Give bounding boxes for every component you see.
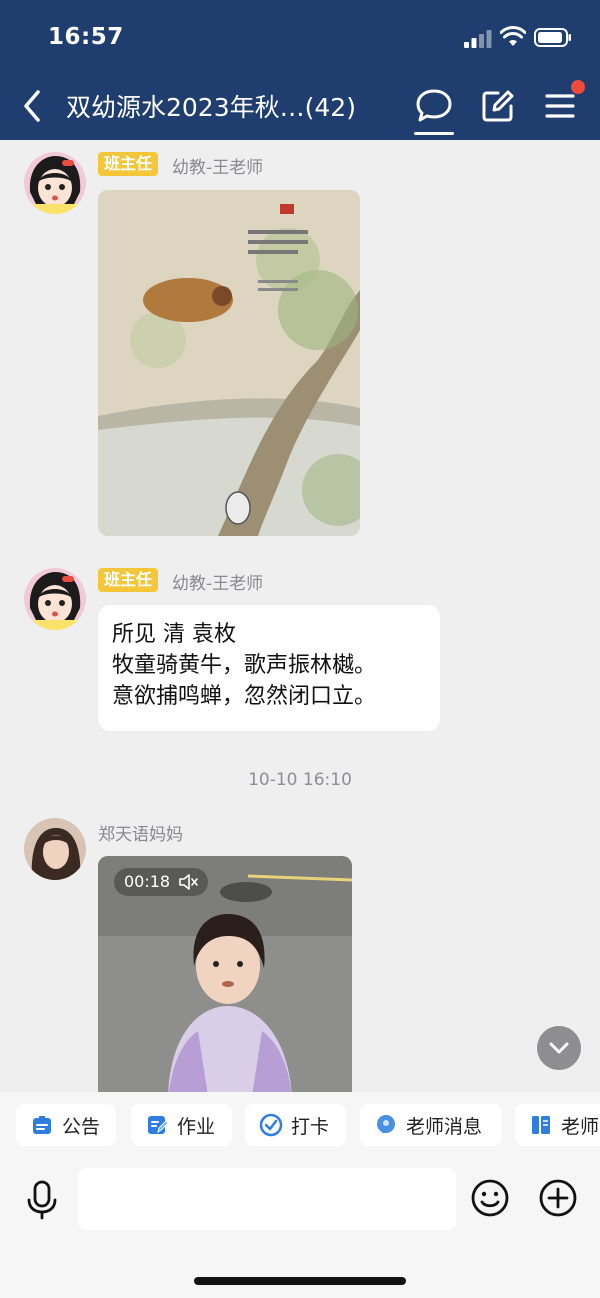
emoji-icon[interactable]	[470, 1178, 510, 1218]
message-line: 牧童骑黄牛，歌声振林樾。	[112, 653, 377, 678]
timestamp: 10-10 16:10	[248, 770, 352, 790]
quick-action-checkin[interactable]: 打卡	[245, 1104, 346, 1146]
avatar-teacher[interactable]	[24, 568, 86, 630]
microphone-icon[interactable]	[24, 1180, 60, 1220]
top-header: 16:57 双幼源水2023年秋…(42)	[0, 0, 600, 140]
message-line: 意欲捕鸣蝉，忽然闭口立。	[112, 684, 377, 709]
status-time: 16:57	[48, 24, 124, 50]
back-chevron-icon[interactable]	[18, 88, 48, 124]
quick-action-homework[interactable]: 作业	[131, 1104, 232, 1146]
wifi-icon	[500, 26, 526, 46]
active-tab-indicator	[414, 132, 454, 135]
quick-action-label: 老师	[561, 1115, 600, 1138]
group-title: 双幼源水2023年秋…(42)	[66, 93, 356, 122]
text-message-bubble[interactable]: 所见 清 袁枚 牧童骑黄牛，歌声振林樾。 意欲捕鸣蝉，忽然闭口立。	[98, 605, 440, 731]
cellular-signal-icon	[464, 30, 492, 48]
message-input[interactable]	[78, 1168, 456, 1230]
avatar-teacher[interactable]	[24, 152, 86, 214]
homework-icon	[148, 1116, 169, 1134]
quick-action-teacher[interactable]: 老师	[515, 1104, 600, 1146]
notification-dot	[571, 80, 585, 94]
teacher-message-icon	[377, 1115, 395, 1133]
quick-actions-row: 公告 作业 打卡 老师消息 老师	[0, 1104, 600, 1148]
quick-action-label: 公告	[62, 1115, 101, 1138]
quick-action-label: 打卡	[291, 1115, 330, 1138]
chat-bubble-icon[interactable]	[414, 86, 454, 126]
bottom-toolbar: 公告 作业 打卡 老师消息 老师	[0, 1092, 600, 1298]
avatar-parent[interactable]	[24, 818, 86, 880]
message-line: 所见 清 袁枚	[112, 622, 236, 647]
notice-icon	[33, 1116, 51, 1134]
role-badge: 班主任	[98, 568, 159, 592]
battery-icon	[534, 28, 571, 47]
edit-icon[interactable]	[478, 86, 518, 126]
plus-icon[interactable]	[538, 1178, 578, 1218]
video-duration: 00:18	[114, 868, 208, 896]
video-message[interactable]: 00:18	[98, 856, 352, 1096]
quick-action-teacher-message[interactable]: 老师消息	[360, 1104, 502, 1146]
shared-photo-book-page[interactable]	[98, 190, 360, 536]
quick-action-label: 老师消息	[406, 1115, 483, 1138]
sender-name: 郑天语妈妈	[98, 825, 183, 845]
sender-name: 幼教-王老师	[172, 574, 264, 594]
checkin-icon	[259, 1113, 283, 1137]
quick-action-label: 作业	[177, 1115, 216, 1138]
muted-icon	[179, 874, 198, 890]
chevron-down-icon	[549, 1042, 569, 1054]
video-duration-text: 00:18	[124, 872, 171, 891]
home-indicator	[194, 1277, 406, 1285]
role-badge: 班主任	[98, 152, 159, 176]
scroll-to-bottom-button[interactable]	[537, 1026, 581, 1070]
book-icon	[532, 1116, 550, 1134]
sender-name: 幼教-王老师	[172, 158, 264, 178]
quick-action-notice[interactable]: 公告	[16, 1104, 116, 1146]
